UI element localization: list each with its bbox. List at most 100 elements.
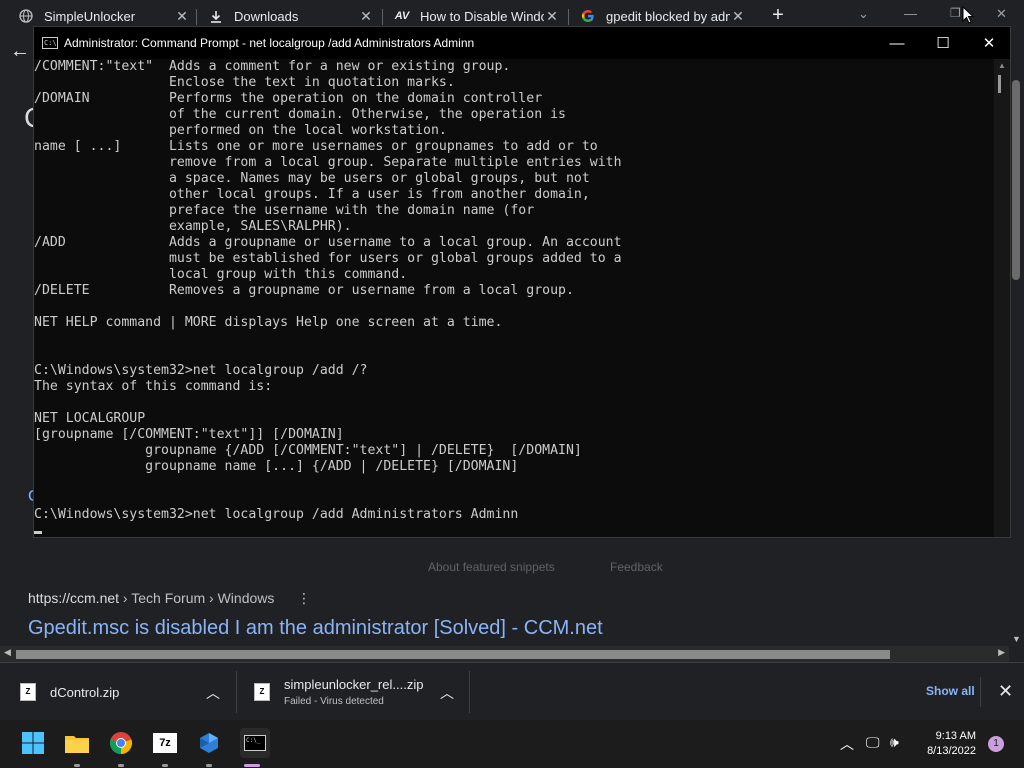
terminal-line: example, SALES\RALPHR). — [34, 219, 352, 234]
divider — [236, 671, 237, 713]
terminal-line: [groupname [/COMMENT:"text"]] [/DOMAIN] — [34, 427, 344, 442]
chevron-up-icon[interactable]: ︿ — [840, 734, 854, 754]
result-path: › Tech Forum › Windows — [119, 590, 275, 606]
scrollbar-thumb[interactable] — [1012, 80, 1020, 280]
clock-date: 8/13/2022 — [927, 745, 976, 757]
tab-divider — [196, 9, 197, 25]
restore-icon[interactable]: ❐ — [950, 6, 961, 20]
terminal-line: NET HELP command | MORE displays Help on… — [34, 315, 503, 330]
page-vertical-scrollbar[interactable]: ▼ — [1009, 70, 1024, 646]
feedback-link[interactable]: Feedback — [610, 560, 663, 574]
divider — [469, 671, 470, 713]
terminal-line: must be established for users or global … — [34, 251, 622, 266]
window-title: Administrator: Command Prompt - net loca… — [64, 36, 475, 50]
desktop: SimpleUnlocker ✕ Downloads ✕ AV How to D… — [0, 0, 1024, 768]
terminal-line: The syntax of this command is: — [34, 379, 273, 394]
taskbar-active-indicator — [244, 764, 260, 767]
download-item[interactable]: Z simpleunlocker_rel....zip Failed - Vir… — [254, 663, 423, 721]
scrollbar-thumb[interactable] — [16, 650, 890, 659]
start-icon[interactable] — [20, 730, 46, 756]
command-prompt-window[interactable]: C:\ Administrator: Command Prompt - net … — [33, 26, 1011, 538]
scrollbar-thumb[interactable] — [998, 75, 1001, 93]
terminal-line: /DOMAIN Performs the operation on the do… — [34, 91, 543, 106]
download-filename: dControl.zip — [50, 684, 120, 700]
scroll-up-icon[interactable]: ▲ — [998, 61, 1006, 70]
divider — [980, 677, 981, 707]
download-status: Failed - Virus detected — [284, 696, 384, 707]
back-arrow-icon[interactable]: ← — [10, 40, 30, 63]
close-icon[interactable]: ✕ — [730, 8, 746, 25]
new-tab-button[interactable]: + — [768, 5, 788, 26]
notification-badge[interactable]: 1 — [988, 736, 1004, 752]
taskbar-indicator — [162, 764, 168, 767]
search-result-url[interactable]: https://ccm.net › Tech Forum › Windows — [28, 590, 274, 606]
terminal-line: of the current domain. Otherwise, the op… — [34, 107, 566, 122]
download-item[interactable]: Z dControl.zip — [20, 663, 119, 721]
zip-file-icon: Z — [254, 683, 270, 701]
tab-search-chevron-icon[interactable]: ⌄ — [858, 6, 869, 22]
chevron-up-icon[interactable]: ︿ — [440, 683, 454, 703]
file-explorer-icon[interactable] — [64, 730, 90, 756]
tab-title: How to Disable Windo — [420, 8, 544, 24]
network-icon[interactable]: 🖵 — [866, 734, 880, 751]
7zip-icon[interactable]: 7z — [152, 730, 178, 756]
close-icon[interactable]: ✕ — [998, 681, 1013, 702]
terminal-line: groupname {/ADD [/COMMENT:"text"] | /DEL… — [34, 443, 582, 458]
system-clock[interactable]: 9:13 AM 8/13/2022 — [920, 729, 976, 759]
terminal-line: local group with this command. — [34, 267, 408, 282]
minimize-icon[interactable]: — — [874, 27, 920, 59]
page-horizontal-scrollbar[interactable]: ◀ ▶ — [0, 646, 1009, 662]
scroll-right-icon[interactable]: ▶ — [998, 647, 1005, 658]
taskbar-indicator — [74, 764, 80, 767]
about-featured-snippets-link[interactable]: About featured snippets — [428, 560, 555, 574]
tab-title: SimpleUnlocker — [44, 8, 136, 24]
terminal-output[interactable]: /COMMENT:"text" Adds a comment for a new… — [34, 59, 996, 537]
download-filename: simpleunlocker_rel....zip — [284, 677, 424, 692]
terminal-line: performed on the local workstation. — [34, 123, 447, 138]
terminal-line: name [ ...] Lists one or more usernames … — [34, 139, 598, 154]
terminal-line: /DELETE Removes a groupname or username … — [34, 283, 574, 298]
minimize-icon[interactable]: — — [904, 6, 917, 21]
terminal-icon[interactable]: C:\_ — [240, 728, 270, 758]
command-prompt-titlebar[interactable]: C:\ Administrator: Command Prompt - net … — [34, 27, 1010, 59]
mouse-cursor-icon — [962, 6, 974, 24]
terminal-cursor — [34, 523, 996, 537]
close-window-icon[interactable]: ✕ — [996, 6, 1007, 22]
terminal-line: groupname name [...] {/ADD | /DELETE} [/… — [34, 459, 519, 474]
terminal-scrollbar[interactable]: ▲ — [994, 59, 1010, 537]
close-icon[interactable]: ✕ — [544, 8, 560, 25]
close-icon[interactable]: ✕ — [966, 27, 1012, 59]
download-icon — [208, 8, 224, 24]
chevron-up-icon[interactable]: ︿ — [206, 683, 220, 703]
terminal-line: remove from a local group. Separate mult… — [34, 155, 622, 170]
terminal-line: other local groups. If a user is from an… — [34, 187, 590, 202]
more-options-icon[interactable]: ⋮ — [297, 590, 311, 607]
terminal-line: /COMMENT:"text" Adds a comment for a new… — [34, 59, 511, 74]
search-result-title[interactable]: Gpedit.msc is disabled I am the administ… — [28, 617, 603, 640]
result-domain: https://ccm.net — [28, 590, 120, 606]
scroll-down-icon[interactable]: ▼ — [1012, 634, 1021, 644]
downloads-bar: Z dControl.zip ︿ Z simpleunlocker_rel...… — [0, 662, 1024, 720]
terminal-line: /ADD Adds a groupname or username to a l… — [34, 235, 622, 250]
google-icon — [580, 8, 596, 24]
volume-icon[interactable]: 🕪 — [890, 734, 899, 751]
close-icon[interactable]: ✕ — [174, 8, 190, 25]
maximize-icon[interactable]: ☐ — [920, 27, 966, 59]
close-icon[interactable]: ✕ — [358, 8, 374, 25]
show-all-button[interactable]: Show all — [926, 684, 975, 698]
app-icon[interactable] — [196, 730, 222, 756]
terminal-line: preface the username with the domain nam… — [34, 203, 535, 218]
tab-divider — [382, 9, 383, 25]
taskbar-indicator — [206, 764, 212, 767]
scroll-left-icon[interactable]: ◀ — [4, 647, 11, 658]
chrome-icon[interactable] — [108, 730, 134, 756]
tab-title: Downloads — [234, 8, 299, 24]
clock-time: 9:13 AM — [935, 730, 976, 742]
tab-title: gpedit blocked by adm — [606, 8, 730, 24]
